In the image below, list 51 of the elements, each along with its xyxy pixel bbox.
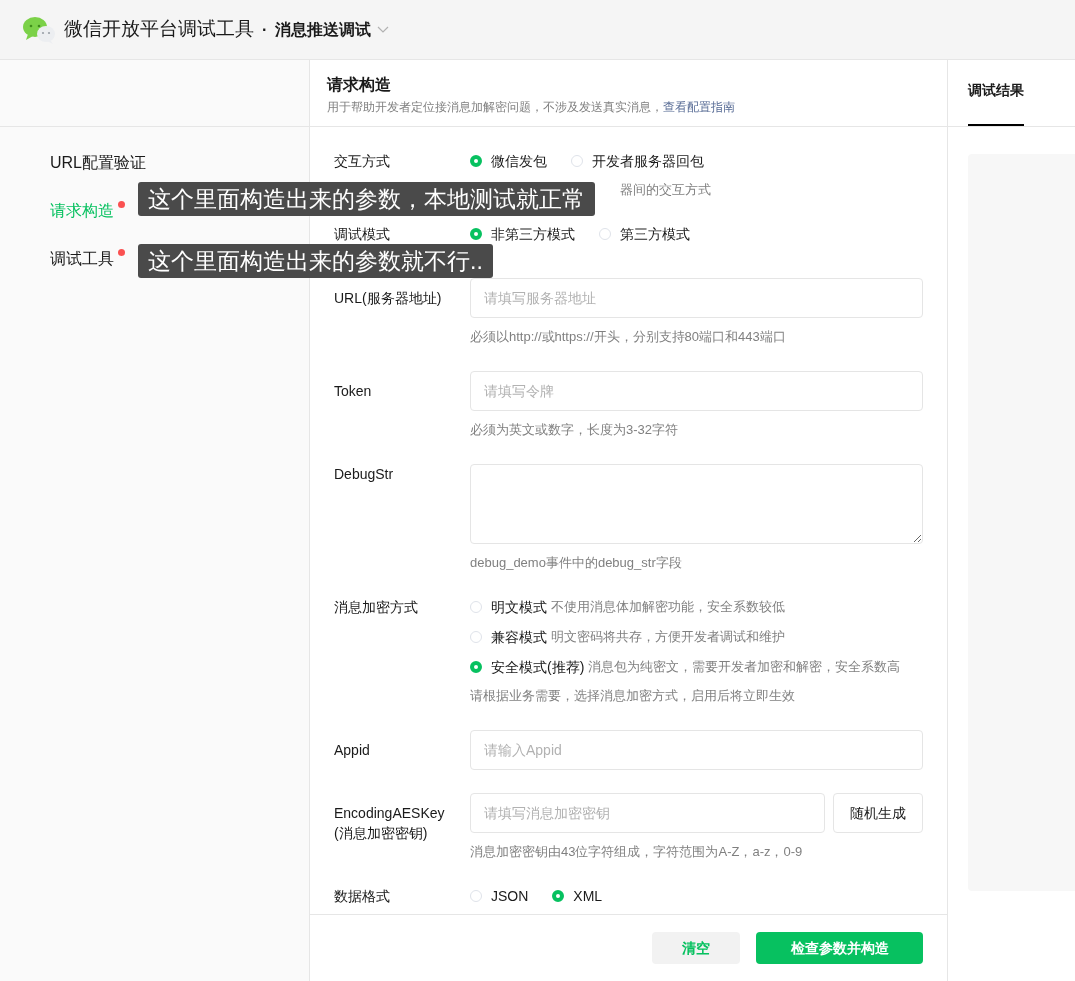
- option-description: 消息包为纯密文，需要开发者加密和解密，安全系数高: [588, 658, 901, 677]
- result-tab[interactable]: 调试结果: [968, 80, 1024, 126]
- radio-label: JSON: [491, 886, 529, 906]
- radio-label: 开发者服务器回包: [592, 151, 704, 171]
- chat-bubbles-logo-icon: [22, 15, 56, 44]
- field-label: Appid: [334, 741, 371, 760]
- field-label: DebugStr: [334, 465, 395, 484]
- annotation-tooltip: 这个里面构造出来的参数就不行..: [138, 244, 493, 278]
- field-label: EncodingAESKey: [334, 804, 446, 823]
- sidebar-item[interactable]: URL配置验证: [50, 151, 146, 175]
- field-label: Token: [334, 382, 373, 401]
- input-field[interactable]: 请输入Appid: [470, 730, 923, 770]
- app-title: 微信开放平台调试工具: [64, 17, 254, 42]
- field-label: 数据格式: [334, 887, 391, 906]
- radio-label: 微信发包: [491, 151, 547, 171]
- radio-button[interactable]: [470, 228, 482, 240]
- field-label: (消息加密密钥): [334, 824, 429, 843]
- input-field[interactable]: 请填写消息加密密钥: [470, 793, 825, 833]
- field-hint: 器间的交互方式: [620, 182, 711, 197]
- panel-description: 用于帮助开发者定位接消息加解密问题，不涉及发送真实消息，查看配置指南: [327, 99, 736, 116]
- chevron-down-icon: [377, 25, 390, 34]
- field-hint: 必须以http://或https://开头，分别支持80端口和443端口: [470, 329, 786, 344]
- radio-label: 非第三方模式: [491, 224, 575, 244]
- radio-label: XML: [573, 886, 603, 906]
- field-hint: 消息加密密钥由43位字符组成，字符范围为A-Z，a-z，0-9: [470, 844, 803, 859]
- field-label: 交互方式: [334, 152, 391, 171]
- field-hint: 请根据业务需要，选择消息加密方式，启用后将立即生效: [470, 688, 795, 703]
- radio-button[interactable]: [552, 890, 565, 902]
- title-separator: ·: [262, 19, 268, 40]
- text-area[interactable]: [470, 464, 923, 544]
- radio-label: 第三方模式: [620, 224, 690, 244]
- sidebar-item[interactable]: 调试工具: [50, 247, 114, 271]
- field-label: URL(服务器地址): [334, 289, 443, 308]
- radio-button[interactable]: [470, 661, 482, 673]
- radio-button[interactable]: [470, 155, 482, 167]
- input-field[interactable]: 请填写令牌: [470, 371, 923, 411]
- field-hint: 必须为英文或数字，长度为3-32字符: [470, 422, 679, 437]
- radio-label: 明文模式: [491, 597, 547, 617]
- page-selector[interactable]: 消息推送调试: [275, 17, 390, 42]
- generate-button[interactable]: 随机生成: [833, 793, 923, 833]
- input-field[interactable]: 请填写服务器地址: [470, 278, 923, 318]
- radio-label: 兼容模式: [491, 627, 547, 647]
- field-hint: debug_demo事件中的debug_str字段: [470, 555, 682, 570]
- guide-link[interactable]: 查看配置指南: [663, 100, 735, 114]
- radio-label: 安全模式(推荐): [491, 657, 585, 677]
- field-label: 调试模式: [334, 225, 391, 244]
- option-description: 不使用消息体加解密功能，安全系数较低: [551, 598, 785, 617]
- annotation-tooltip: 这个里面构造出来的参数，本地测试就正常: [138, 182, 595, 216]
- panel-title: 请求构造: [327, 75, 392, 95]
- field-label: 消息加密方式: [334, 598, 419, 617]
- option-description: 明文密码将共存，方便开发者调试和维护: [551, 628, 785, 647]
